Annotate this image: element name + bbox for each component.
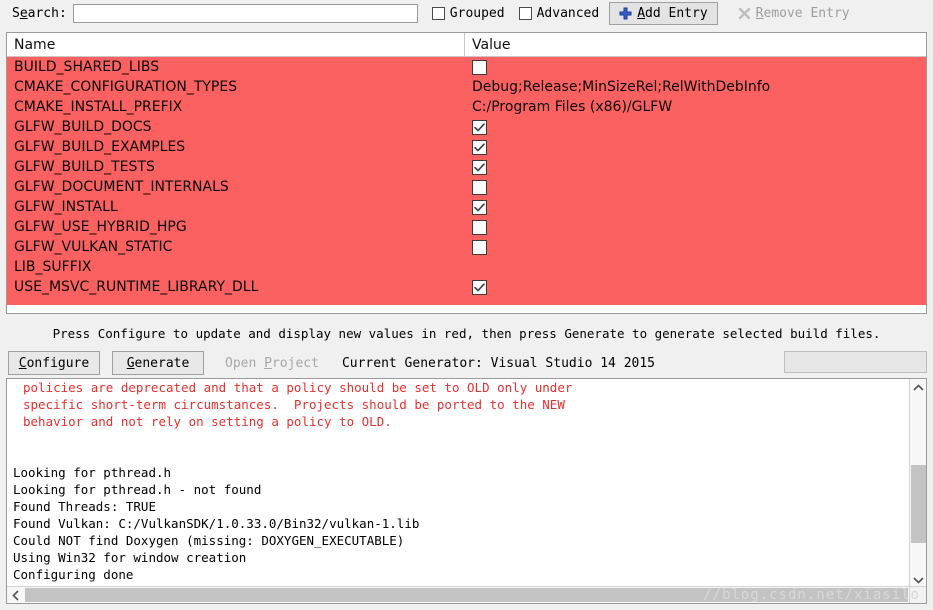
checkbox-unchecked-icon[interactable] xyxy=(472,219,487,235)
checkbox-checked-icon[interactable] xyxy=(472,159,487,175)
scroll-left-icon[interactable] xyxy=(7,587,24,603)
log-line: policies are deprecated and that a polic… xyxy=(23,380,573,395)
cache-variable-name: GLFW_USE_HYBRID_HPG xyxy=(14,219,187,235)
cache-variable-value[interactable] xyxy=(465,139,926,155)
table-row[interactable]: CMAKE_INSTALL_PREFIX C:/Program Files (x8… xyxy=(7,97,926,117)
log-horizontal-scroll-thumb[interactable] xyxy=(25,588,908,602)
cache-variable-name: USE_MSVC_RUNTIME_LIBRARY_DLL xyxy=(14,279,259,295)
table-row[interactable]: LIB_SUFFIX xyxy=(7,257,926,277)
cache-variable-name: BUILD_SHARED_LIBS xyxy=(14,59,160,75)
cache-variable-name: GLFW_BUILD_EXAMPLES xyxy=(14,139,186,155)
scrollbar-corner xyxy=(909,586,926,603)
grouped-checkbox-box[interactable] xyxy=(431,7,445,20)
checkbox-unchecked-icon[interactable] xyxy=(472,59,487,75)
open-project-label: Open Project xyxy=(225,355,319,371)
table-row[interactable]: GLFW_BUILD_DOCS xyxy=(7,117,926,137)
cache-variables-table[interactable]: Name Value BUILD_SHARED_LIBS CMAKE_CONFIG… xyxy=(6,32,927,314)
cmake-gui-window: Search: Grouped Advanced Add Entry Remov… xyxy=(0,0,933,610)
add-entry-button[interactable]: Add Entry xyxy=(609,2,718,25)
log-line: Using Win32 for window creation xyxy=(13,550,247,565)
grouped-checkbox[interactable]: Grouped xyxy=(431,6,505,21)
log-line: Found Threads: TRUE xyxy=(13,499,156,514)
log-output-pane[interactable]: policies are deprecated and that a polic… xyxy=(6,378,927,604)
cache-variable-value[interactable] xyxy=(465,159,926,175)
hint-text: Press Configure to update and display ne… xyxy=(52,326,881,341)
table-row[interactable]: GLFW_USE_HYBRID_HPG xyxy=(7,217,926,237)
progress-bar xyxy=(784,351,927,373)
current-generator-text: Current Generator: Visual Studio 14 2015 xyxy=(341,355,656,371)
log-line: specific short-term circumstances. Proje… xyxy=(23,397,565,412)
x-icon xyxy=(738,7,751,20)
cache-variable-value[interactable]: C:/Program Files (x86)/GLFW xyxy=(465,99,926,115)
plus-icon xyxy=(619,7,632,20)
checkbox-unchecked-icon[interactable] xyxy=(472,239,487,255)
scroll-up-icon[interactable] xyxy=(910,379,926,396)
table-row[interactable]: GLFW_VULKAN_STATIC xyxy=(7,237,926,257)
cache-variable-value-text: C:/Program Files (x86)/GLFW xyxy=(472,99,673,115)
table-row[interactable]: GLFW_BUILD_TESTS xyxy=(7,157,926,177)
log-line: behavior and not rely on setting a polic… xyxy=(23,414,392,429)
cache-variable-name: CMAKE_CONFIGURATION_TYPES xyxy=(14,79,238,95)
checkbox-checked-icon[interactable] xyxy=(472,199,487,215)
search-label: Search: xyxy=(12,6,67,21)
advanced-checkbox-box[interactable] xyxy=(518,7,532,20)
search-input[interactable] xyxy=(72,4,418,23)
log-vertical-scroll-thumb[interactable] xyxy=(911,465,926,543)
generate-button[interactable]: Generate xyxy=(112,351,204,375)
checkbox-checked-icon[interactable] xyxy=(472,139,487,155)
remove-entry-button: Remove Entry xyxy=(728,2,860,25)
checkbox-checked-icon[interactable] xyxy=(472,279,487,295)
cache-variable-value[interactable] xyxy=(465,199,926,215)
cache-variable-value[interactable] xyxy=(465,239,926,255)
log-line: Could NOT find Doxygen (missing: DOXYGEN… xyxy=(13,533,405,548)
column-header-name[interactable]: Name xyxy=(7,33,465,56)
table-row[interactable]: GLFW_INSTALL xyxy=(7,197,926,217)
cache-variable-value[interactable] xyxy=(465,179,926,195)
cache-variable-name: GLFW_BUILD_TESTS xyxy=(14,159,155,175)
cache-variable-value-text: Debug;Release;MinSizeRel;RelWithDebInfo xyxy=(472,79,771,95)
cache-variable-name: GLFW_DOCUMENT_INTERNALS xyxy=(14,179,229,195)
cache-variable-name: GLFW_BUILD_DOCS xyxy=(14,119,152,135)
cache-variable-value[interactable] xyxy=(465,119,926,135)
cache-variable-name: GLFW_INSTALL xyxy=(14,199,118,215)
log-line: Looking for pthread.h xyxy=(13,465,172,480)
column-header-value[interactable]: Value xyxy=(465,33,926,56)
table-row[interactable]: GLFW_DOCUMENT_INTERNALS xyxy=(7,177,926,197)
log-line: Configuring done xyxy=(13,567,134,582)
cache-variable-value[interactable]: Debug;Release;MinSizeRel;RelWithDebInfo xyxy=(465,79,926,95)
cache-variable-name: CMAKE_INSTALL_PREFIX xyxy=(14,99,183,115)
table-row[interactable]: GLFW_BUILD_EXAMPLES xyxy=(7,137,926,157)
cache-variable-value[interactable] xyxy=(465,219,926,235)
log-line: Looking for pthread.h - not found xyxy=(13,482,262,497)
table-header-row: Name Value xyxy=(7,33,926,57)
remove-entry-label: Remove Entry xyxy=(755,6,850,21)
table-row[interactable]: CMAKE_CONFIGURATION_TYPES Debug;Release;M… xyxy=(7,77,926,97)
generate-label: Generate xyxy=(126,355,190,371)
configure-button[interactable]: Configure xyxy=(8,351,100,375)
add-entry-label: Add Entry xyxy=(637,6,708,21)
log-text: policies are deprecated and that a polic… xyxy=(7,379,892,583)
table-body: BUILD_SHARED_LIBS CMAKE_CONFIGURATION_TYP… xyxy=(7,57,926,305)
checkbox-unchecked-icon[interactable] xyxy=(472,179,487,195)
search-toolbar: Search: Grouped Advanced Add Entry Remov… xyxy=(0,0,933,27)
search-label-accel: e xyxy=(19,6,28,21)
advanced-checkbox[interactable]: Advanced xyxy=(518,6,600,21)
table-row[interactable]: USE_MSVC_RUNTIME_LIBRARY_DLL xyxy=(7,277,926,297)
log-horizontal-scrollbar[interactable] xyxy=(7,586,926,603)
table-row[interactable]: BUILD_SHARED_LIBS xyxy=(7,57,926,77)
cache-variable-value[interactable] xyxy=(465,279,926,295)
open-project-button: Open Project xyxy=(216,351,328,375)
log-line: Found Vulkan: C:/VulkanSDK/1.0.33.0/Bin3… xyxy=(13,516,420,531)
cache-variable-value[interactable] xyxy=(465,59,926,75)
advanced-checkbox-label: Advanced xyxy=(536,6,600,21)
checkbox-checked-icon[interactable] xyxy=(472,119,487,135)
configure-label: Configure xyxy=(18,355,90,371)
log-vertical-scrollbar[interactable] xyxy=(909,379,926,588)
cache-variable-name: GLFW_VULKAN_STATIC xyxy=(14,239,173,255)
cache-variable-name: LIB_SUFFIX xyxy=(14,259,92,275)
grouped-checkbox-label: Grouped xyxy=(449,6,505,21)
